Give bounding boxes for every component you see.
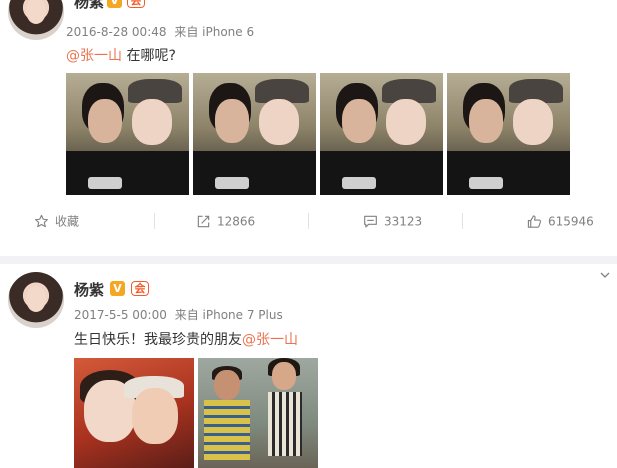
username[interactable]: 杨紫 xyxy=(74,0,104,12)
avatar[interactable] xyxy=(8,272,64,328)
post-photo-2[interactable] xyxy=(193,73,316,195)
username[interactable]: 杨紫 xyxy=(74,279,104,300)
weibo-post-2: 杨紫 V 会 2017-5-5 00:00 来自 iPhone 7 Plus 生… xyxy=(0,262,617,468)
verified-badge-icon: V xyxy=(110,281,125,296)
action-bar: 收藏 12866 33123 615946 xyxy=(0,206,617,236)
weibo-post-1: 杨紫 V 会 2016-8-28 00:48 来自 iPhone 6 @张一山 … xyxy=(0,0,617,256)
repost-button[interactable]: 12866 xyxy=(196,206,350,236)
post-photo-1[interactable] xyxy=(74,358,194,468)
repost-count: 12866 xyxy=(217,214,256,229)
post-meta: 2017-5-5 00:00 来自 iPhone 7 Plus xyxy=(74,306,287,323)
mention-link[interactable]: @张一山 xyxy=(66,48,122,64)
post-source: 来自 iPhone 6 xyxy=(174,25,255,39)
like-button[interactable]: 615946 xyxy=(527,206,617,236)
post-photo-2[interactable] xyxy=(198,358,318,468)
comment-icon xyxy=(364,215,377,228)
avatar[interactable] xyxy=(8,0,64,40)
post-text: @张一山 在哪呢? xyxy=(66,45,176,65)
post-date[interactable]: 2017-5-5 00:00 xyxy=(74,308,167,322)
post-meta: 2016-8-28 00:48 来自 iPhone 6 xyxy=(66,23,258,40)
mention-link[interactable]: @张一山 xyxy=(242,332,298,348)
repost-icon xyxy=(197,215,210,228)
like-count: 615946 xyxy=(548,214,594,229)
post-photo-3[interactable] xyxy=(320,73,443,195)
verified-badge-icon: V xyxy=(107,0,122,8)
member-badge-icon: 会 xyxy=(127,0,145,8)
comment-count: 33123 xyxy=(384,214,423,229)
chevron-down-icon[interactable] xyxy=(600,270,610,280)
post-date[interactable]: 2016-8-28 00:48 xyxy=(66,25,167,39)
member-badge-icon: 会 xyxy=(131,281,149,296)
post-body: 在哪呢? xyxy=(126,48,176,64)
favorite-button[interactable]: 收藏 xyxy=(34,206,188,236)
star-icon xyxy=(35,214,48,228)
post-text: 生日快乐！我最珍贵的朋友@张一山 xyxy=(74,329,298,349)
comment-button[interactable]: 33123 xyxy=(363,206,517,236)
post-source: 来自 iPhone 7 Plus xyxy=(174,308,283,322)
thumbs-up-icon xyxy=(527,215,542,228)
post-photo-4[interactable] xyxy=(447,73,570,195)
post-photo-1[interactable] xyxy=(66,73,189,195)
favorite-label: 收藏 xyxy=(55,214,80,229)
post-body: 生日快乐！我最珍贵的朋友 xyxy=(74,332,242,348)
